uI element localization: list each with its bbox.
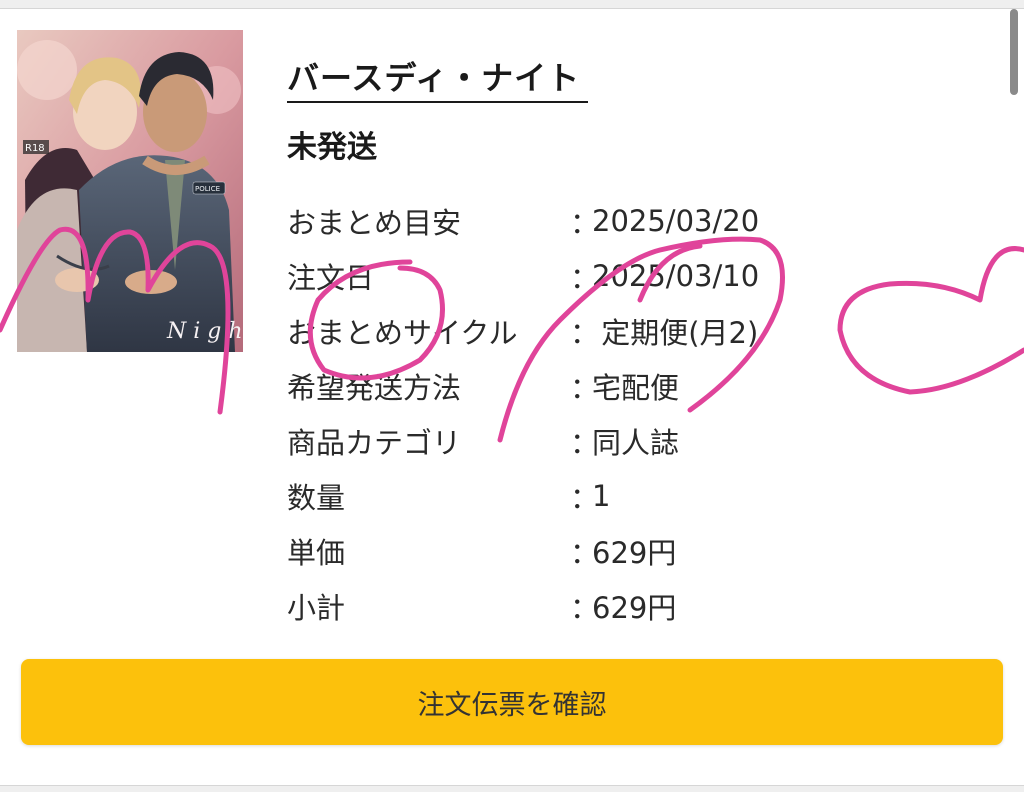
police-patch-label: POLICE xyxy=(195,185,220,193)
detail-separator: ： xyxy=(570,425,600,460)
detail-value: 同人誌 xyxy=(592,425,680,460)
detail-separator: ： xyxy=(570,590,600,625)
detail-label: 単価 xyxy=(287,535,346,570)
detail-separator: ： xyxy=(570,260,600,295)
r18-badge: R18 xyxy=(25,143,45,154)
detail-separator: ： xyxy=(570,535,600,570)
detail-row-bundle-date: おまとめ目安 ： 2025/03/20 xyxy=(287,193,759,248)
detail-value: 2025/03/20 xyxy=(592,203,760,238)
detail-value: 629円 xyxy=(592,590,677,625)
detail-separator: ： xyxy=(570,205,600,240)
detail-value: 定期便(月2) xyxy=(592,315,759,350)
detail-separator: ： xyxy=(570,480,600,515)
detail-value: 宅配便 xyxy=(592,370,680,405)
detail-label: 希望発送方法 xyxy=(287,370,462,405)
product-title-link[interactable]: バースディ・ナイト xyxy=(287,53,589,103)
order-item-card: POLICE N i g h t R18 バースディ・ナイト 未発送 おまとめ目… xyxy=(0,8,1024,786)
detail-row-subtotal: 小計 ： 629円 xyxy=(287,578,759,633)
order-details-list: おまとめ目安 ： 2025/03/20 注文日 ： 2025/03/10 おまと… xyxy=(287,193,759,633)
detail-label: 小計 xyxy=(287,590,346,625)
detail-row-bundle-cycle: おまとめサイクル ： 定期便(月2) xyxy=(287,303,759,358)
scrollbar-thumb[interactable] xyxy=(1010,9,1018,95)
svg-text:N i g h t: N i g h t xyxy=(166,319,243,344)
detail-value: 629円 xyxy=(592,535,677,570)
detail-row-shipping-method: 希望発送方法 ： 宅配便 xyxy=(287,358,759,413)
detail-row-category: 商品カテゴリ ： 同人誌 xyxy=(287,413,759,468)
detail-label: 商品カテゴリ xyxy=(287,425,462,460)
detail-label: 数量 xyxy=(287,480,346,515)
detail-separator: ： xyxy=(570,370,600,405)
view-order-slip-button[interactable]: 注文伝票を確認 xyxy=(21,659,1003,745)
shipping-status: 未発送 xyxy=(287,130,377,165)
detail-value: 2025/03/10 xyxy=(592,258,760,293)
detail-label: おまとめ目安 xyxy=(287,205,462,240)
detail-label: おまとめサイクル xyxy=(287,315,518,350)
product-cover-image[interactable]: POLICE N i g h t R18 xyxy=(17,30,243,352)
detail-row-quantity: 数量 ： 1 xyxy=(287,468,759,523)
detail-label: 注文日 xyxy=(287,260,375,295)
detail-value: 1 xyxy=(592,478,611,513)
detail-separator: ： xyxy=(570,315,600,350)
detail-row-order-date: 注文日 ： 2025/03/10 xyxy=(287,248,759,303)
detail-row-unit-price: 単価 ： 629円 xyxy=(287,523,759,578)
